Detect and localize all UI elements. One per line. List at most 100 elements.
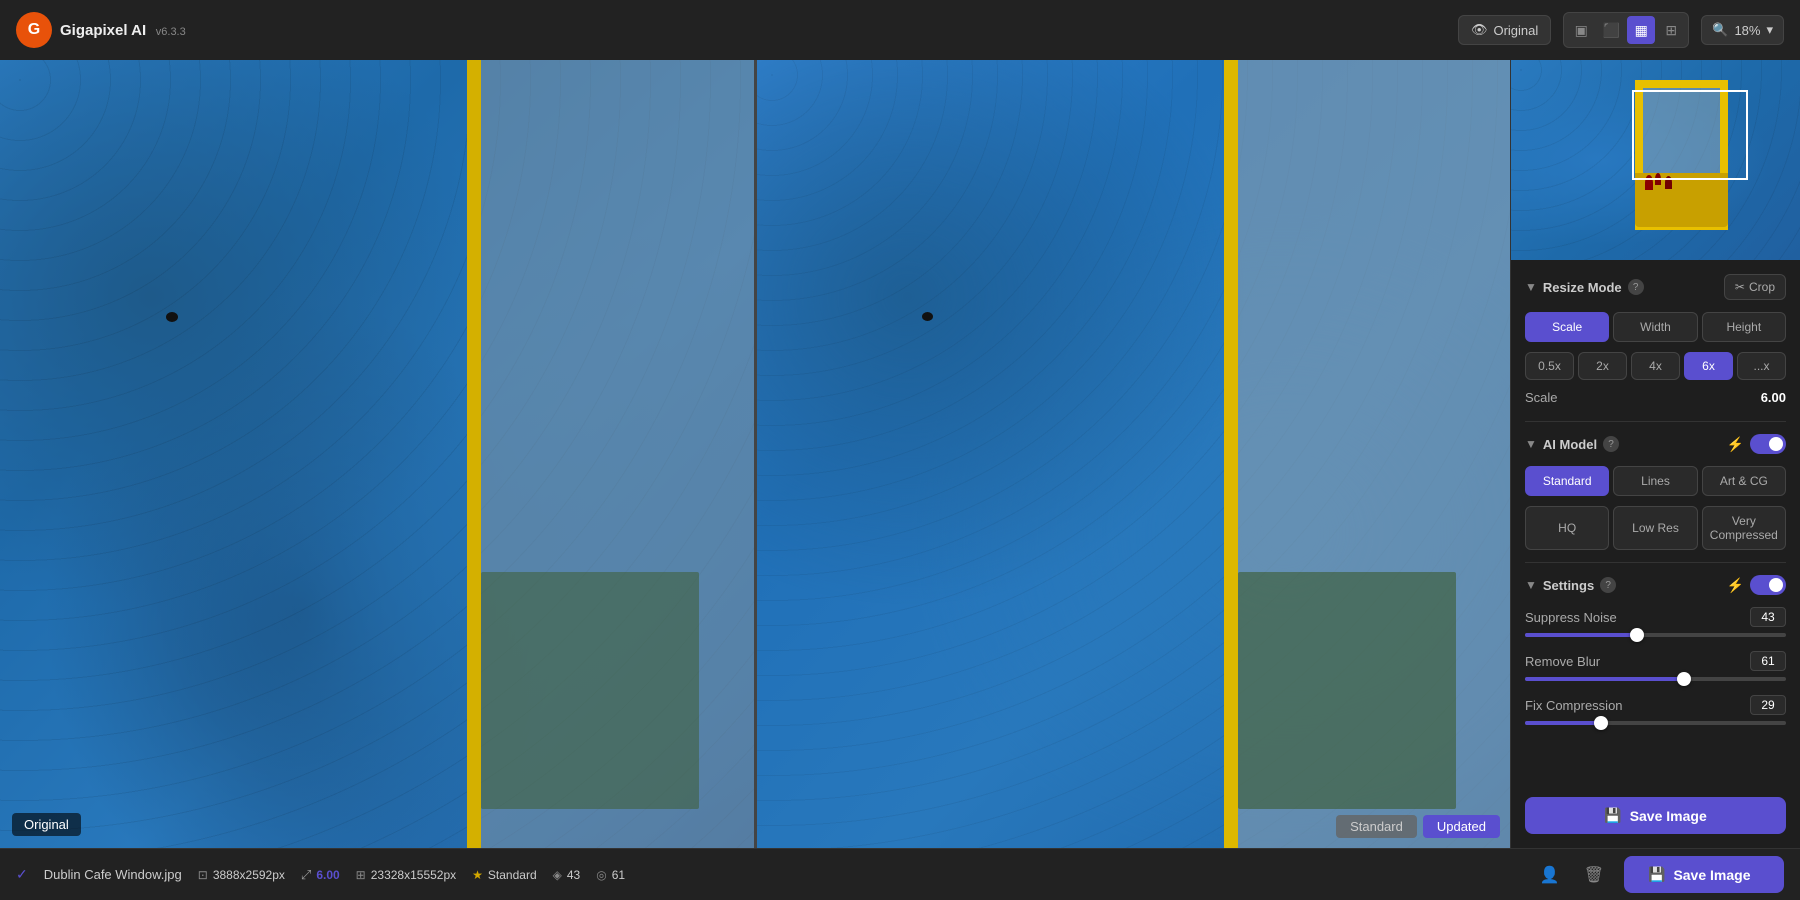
model-lines-button[interactable]: Lines bbox=[1613, 466, 1697, 496]
remove-blur-header: Remove Blur 61 bbox=[1525, 651, 1786, 671]
topbar: G Gigapixel AI v6.3.3 👁 Original ▣ ⬛ ▦ ⊞… bbox=[0, 0, 1800, 60]
view-split-v-button[interactable]: ⬛ bbox=[1597, 16, 1625, 44]
settings-lightning-icon: ⚡ bbox=[1727, 577, 1744, 594]
crop-button[interactable]: ✂ Crop bbox=[1724, 274, 1786, 300]
ai-model-header: ▼ AI Model ? ⚡ bbox=[1525, 434, 1786, 454]
zoom-icon: 🔍 bbox=[1712, 22, 1728, 38]
original-size-stat: ⊡ 3888x2592px bbox=[198, 868, 285, 882]
resize-mode-help[interactable]: ? bbox=[1628, 279, 1644, 295]
fix-compression-track[interactable] bbox=[1525, 721, 1786, 725]
scale-display-value: 6.00 bbox=[1761, 390, 1786, 405]
resize-mode-section: ▼ Resize Mode ? ✂ Crop Scale Width Heigh… bbox=[1525, 274, 1786, 405]
noise-stat-value: 43 bbox=[567, 868, 580, 882]
fix-compression-header: Fix Compression 29 bbox=[1525, 695, 1786, 715]
save-image-button[interactable]: 💾 Save Image bbox=[1525, 797, 1786, 834]
save-bottom-icon: 💾 bbox=[1648, 866, 1665, 883]
variant-low-res-button[interactable]: Low Res bbox=[1613, 506, 1697, 550]
original-size-value: 3888x2592px bbox=[213, 868, 285, 882]
image-area[interactable]: Original bbox=[0, 60, 1510, 848]
zoom-value: 18% bbox=[1734, 23, 1760, 38]
ai-lightning-icon: ⚡ bbox=[1727, 436, 1744, 453]
variant-very-compressed-button[interactable]: Very Compressed bbox=[1702, 506, 1786, 550]
ai-model-group: Standard Lines Art & CG bbox=[1525, 466, 1786, 496]
remove-blur-value: 61 bbox=[1750, 651, 1786, 671]
thumb-flowers bbox=[1635, 173, 1727, 227]
blur-stat-value: 61 bbox=[612, 868, 625, 882]
thumbnail-selector[interactable] bbox=[1632, 90, 1748, 180]
model-art-cg-button[interactable]: Art & CG bbox=[1702, 466, 1786, 496]
fix-compression-fill bbox=[1525, 721, 1601, 725]
ai-model-title: AI Model bbox=[1543, 437, 1597, 452]
view-single-button[interactable]: ▣ bbox=[1567, 16, 1595, 44]
zoom-control[interactable]: 🔍 18% ▾ bbox=[1701, 15, 1784, 45]
resize-mode-toggle[interactable]: ▼ bbox=[1525, 280, 1537, 294]
original-label: Original bbox=[12, 813, 81, 836]
mode-height-button[interactable]: Height bbox=[1702, 312, 1786, 342]
crop-icon: ✂ bbox=[1735, 280, 1745, 294]
file-check-icon: ✓ bbox=[16, 866, 28, 883]
scale-0-5x-button[interactable]: 0.5x bbox=[1525, 352, 1574, 380]
settings-header: ▼ Settings ? ⚡ bbox=[1525, 575, 1786, 595]
app-logo-icon: G bbox=[16, 12, 52, 48]
image-panels: Original bbox=[0, 60, 1510, 848]
ai-model-toggle[interactable] bbox=[1750, 434, 1786, 454]
status-updated: Updated bbox=[1423, 815, 1500, 838]
fix-compression-thumb[interactable] bbox=[1594, 716, 1608, 730]
settings-toggle-icon[interactable]: ▼ bbox=[1525, 578, 1537, 592]
logo-area: G Gigapixel AI v6.3.3 bbox=[16, 12, 186, 48]
person-icon-button[interactable]: 👤 bbox=[1536, 861, 1564, 889]
view-split-h-button[interactable]: ▦ bbox=[1627, 16, 1655, 44]
settings-title: Settings bbox=[1543, 578, 1594, 593]
scale-4x-button[interactable]: 4x bbox=[1631, 352, 1680, 380]
save-icon: 💾 bbox=[1604, 807, 1621, 824]
thumbnail-area bbox=[1511, 60, 1800, 260]
right-panel: ▼ Resize Mode ? ✂ Crop Scale Width Heigh… bbox=[1510, 60, 1800, 848]
remove-blur-row: Remove Blur 61 bbox=[1525, 651, 1786, 681]
scale-options-group: 0.5x 2x 4x 6x ...x bbox=[1525, 352, 1786, 380]
mode-scale-button[interactable]: Scale bbox=[1525, 312, 1609, 342]
suppress-noise-row: Suppress Noise 43 bbox=[1525, 607, 1786, 637]
controls-area: ▼ Resize Mode ? ✂ Crop Scale Width Heigh… bbox=[1511, 260, 1800, 783]
app-version: v6.3.3 bbox=[156, 26, 186, 38]
scale-6x-button[interactable]: 6x bbox=[1684, 352, 1733, 380]
settings-help[interactable]: ? bbox=[1600, 577, 1616, 593]
suppress-noise-thumb[interactable] bbox=[1630, 628, 1644, 642]
save-image-bottom-button[interactable]: 💾 Save Image bbox=[1624, 856, 1784, 893]
main-content: Original bbox=[0, 60, 1800, 848]
save-area: 💾 Save Image bbox=[1511, 783, 1800, 848]
ai-model-help[interactable]: ? bbox=[1603, 436, 1619, 452]
output-size-icon: ⊞ bbox=[356, 868, 366, 882]
suppress-noise-track[interactable] bbox=[1525, 633, 1786, 637]
mode-width-button[interactable]: Width bbox=[1613, 312, 1697, 342]
variant-hq-button[interactable]: HQ bbox=[1525, 506, 1609, 550]
original-size-icon: ⊡ bbox=[198, 868, 208, 882]
model-standard-button[interactable]: Standard bbox=[1525, 466, 1609, 496]
updated-image bbox=[757, 60, 1511, 848]
scale-stat: ⤢ 6.00 bbox=[301, 867, 340, 883]
remove-blur-thumb[interactable] bbox=[1677, 672, 1691, 686]
settings-toggle[interactable] bbox=[1750, 575, 1786, 595]
scale-value-row: Scale 6.00 bbox=[1525, 390, 1786, 405]
view-quad-button[interactable]: ⊞ bbox=[1657, 16, 1685, 44]
divider-2 bbox=[1525, 562, 1786, 563]
scale-2x-button[interactable]: 2x bbox=[1578, 352, 1627, 380]
scale-label: Scale bbox=[1525, 390, 1558, 405]
updated-panel: Standard Updated bbox=[757, 60, 1511, 848]
divider-1 bbox=[1525, 421, 1786, 422]
bottom-bar: ✓ Dublin Cafe Window.jpg ⊡ 3888x2592px ⤢… bbox=[0, 848, 1800, 900]
status-overlay: Standard Updated bbox=[1336, 815, 1500, 838]
fix-compression-label: Fix Compression bbox=[1525, 698, 1623, 713]
thumbnail-image bbox=[1511, 60, 1800, 260]
trash-icon-button[interactable]: 🗑 bbox=[1580, 861, 1608, 889]
model-stat: ★ Standard bbox=[472, 868, 536, 882]
original-button[interactable]: 👁 Original bbox=[1458, 15, 1551, 45]
remove-blur-fill bbox=[1525, 677, 1684, 681]
settings-section: ▼ Settings ? ⚡ Suppress Noise 43 bbox=[1525, 575, 1786, 725]
fix-compression-value: 29 bbox=[1750, 695, 1786, 715]
noise-icon: ◈ bbox=[553, 868, 562, 882]
scale-custom-button[interactable]: ...x bbox=[1737, 352, 1786, 380]
fix-compression-row: Fix Compression 29 bbox=[1525, 695, 1786, 725]
view-mode-group: ▣ ⬛ ▦ ⊞ bbox=[1563, 12, 1689, 48]
remove-blur-track[interactable] bbox=[1525, 677, 1786, 681]
ai-model-toggle-icon[interactable]: ▼ bbox=[1525, 437, 1537, 451]
